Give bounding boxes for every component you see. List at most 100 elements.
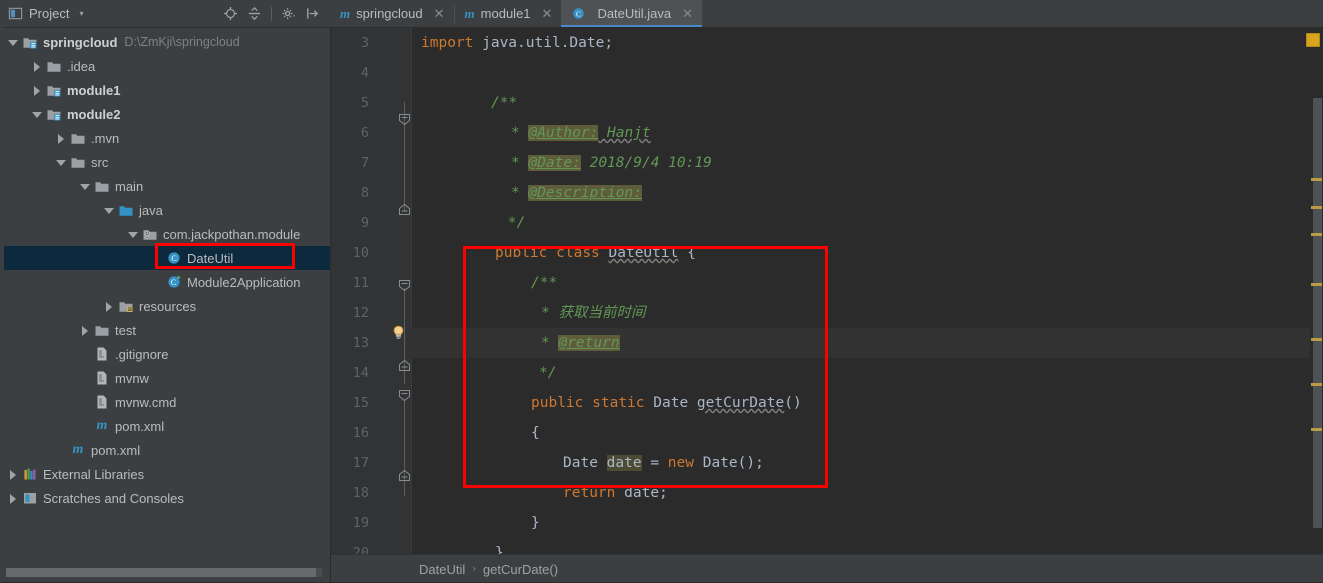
- chevron-down-icon[interactable]: [128, 229, 139, 240]
- code-line-14: */: [411, 358, 1310, 388]
- tree-item-test[interactable]: test: [0, 318, 330, 342]
- marker-stripe[interactable]: [1311, 428, 1322, 431]
- line-number: 12: [352, 305, 369, 321]
- project-tree-hscrollbar[interactable]: [0, 562, 330, 583]
- project-tree-panel: springcloud D:\ZmKji\springcloud .idea modu…: [0, 28, 330, 583]
- locate-icon[interactable]: [223, 6, 238, 21]
- editor-tab-dateutil-java[interactable]: C DateUtil.java ✕: [561, 0, 703, 27]
- tree-item-module1[interactable]: module1: [0, 78, 330, 102]
- close-icon[interactable]: ✕: [542, 7, 553, 20]
- close-icon[interactable]: ✕: [682, 7, 693, 20]
- code-text-area[interactable]: import java.util.Date; /** * @Author: Ha…: [411, 28, 1310, 554]
- code-line-16: {: [411, 418, 1310, 448]
- main-body: springcloud D:\ZmKji\springcloud .idea modu…: [0, 28, 1323, 583]
- tree-item--mvn[interactable]: .mvn: [0, 126, 330, 150]
- settings-gear-icon[interactable]: [281, 6, 296, 21]
- tree-item-pom-xml[interactable]: m pom.xml: [0, 438, 330, 462]
- editor-marker-bar[interactable]: [1306, 28, 1323, 554]
- fold-marker-end-icon-3[interactable]: [399, 470, 410, 481]
- tree-item-dateutil[interactable]: C DateUtil: [0, 246, 330, 270]
- maven-file-icon: m: [72, 442, 84, 457]
- code-line-17: Date date = new Date();: [411, 448, 1310, 478]
- chevron-down-icon[interactable]: [80, 181, 91, 192]
- inspection-warning-marker[interactable]: [1306, 33, 1320, 47]
- editor-gutter[interactable]: 3456789101112131415161718192021: [331, 28, 411, 554]
- chevron-right-icon[interactable]: [32, 61, 43, 72]
- tree-item-main[interactable]: main: [0, 174, 330, 198]
- class-open-brace: {: [687, 245, 696, 261]
- tree-item-src[interactable]: src: [0, 150, 330, 174]
- chevron-right-icon[interactable]: [8, 469, 19, 480]
- tree-item-module2[interactable]: module2: [0, 102, 330, 126]
- chevron-right-icon[interactable]: [32, 85, 43, 96]
- idea-window: Project ▾ m springcloud ✕ m module1 ✕ C …: [0, 0, 1323, 583]
- date-value: 2018/9/4 10:19: [580, 155, 712, 171]
- chevron-down-icon[interactable]: ▾: [79, 9, 83, 18]
- chevron-right-icon[interactable]: [8, 493, 19, 504]
- tree-item-mvnw[interactable]: mvnw: [0, 366, 330, 390]
- chevron-right-icon[interactable]: [104, 301, 115, 312]
- editor-tab-springcloud[interactable]: m springcloud ✕: [330, 0, 454, 27]
- chevron-right-icon[interactable]: [56, 133, 67, 144]
- class-name: DateUtil: [608, 245, 679, 261]
- fold-marker-end-icon-2[interactable]: [399, 360, 410, 371]
- fold-marker-collapse-icon-2[interactable]: [399, 280, 410, 291]
- marker-stripe[interactable]: [1311, 283, 1322, 286]
- file-icon: [94, 394, 110, 410]
- chevron-down-icon[interactable]: [32, 109, 43, 120]
- tree-item--gitignore[interactable]: .gitignore: [0, 342, 330, 366]
- chevron-down-icon[interactable]: [104, 205, 115, 216]
- fold-marker-collapse-icon-3[interactable]: [399, 390, 410, 401]
- method-open-brace: {: [531, 425, 540, 441]
- intention-bulb-icon[interactable]: [391, 325, 406, 341]
- tree-item-pom-xml[interactable]: m pom.xml: [0, 414, 330, 438]
- hscrollbar-thumb[interactable]: [6, 568, 316, 577]
- editor-vscrollbar-thumb[interactable]: [1313, 98, 1322, 528]
- marker-stripe[interactable]: [1311, 206, 1322, 209]
- code-editor[interactable]: 3456789101112131415161718192021 import j…: [331, 28, 1323, 554]
- fold-marker-end-icon[interactable]: [399, 204, 410, 215]
- import-package: java.util.Date;: [473, 35, 614, 51]
- project-toolbar-icons: [223, 6, 324, 21]
- svg-text:C: C: [171, 278, 176, 287]
- method-name: getCurDate: [696, 395, 785, 411]
- tree-item-mvnw-cmd[interactable]: mvnw.cmd: [0, 390, 330, 414]
- keyword-public: public: [495, 245, 548, 261]
- tree-item-label: resources: [139, 298, 197, 314]
- tree-item-java[interactable]: java: [0, 198, 330, 222]
- tree-item-label: Module2Application: [187, 274, 301, 290]
- editor-tab-module1[interactable]: m module1 ✕: [455, 0, 562, 27]
- breadcrumb-item[interactable]: DateUtil: [419, 562, 465, 577]
- marker-stripe[interactable]: [1311, 233, 1322, 236]
- project-panel-title[interactable]: Project ▾: [8, 6, 83, 21]
- marker-stripe[interactable]: [1311, 338, 1322, 341]
- tree-item-external-libraries[interactable]: External Libraries: [0, 462, 330, 486]
- tree-item-label: test: [115, 322, 136, 338]
- tree-item-module2application[interactable]: C Module2Application: [0, 270, 330, 294]
- breadcrumb-separator: ›: [472, 563, 476, 575]
- fold-marker-collapse-icon[interactable]: [399, 114, 410, 125]
- tree-item-resources[interactable]: resources: [0, 294, 330, 318]
- tree-item-scratches-and-consoles[interactable]: Scratches and Consoles: [0, 486, 330, 510]
- var-name: date: [606, 455, 642, 471]
- line-number: 17: [352, 455, 369, 471]
- project-tree[interactable]: springcloud D:\ZmKji\springcloud .idea modu…: [0, 28, 330, 562]
- collapse-all-icon[interactable]: [247, 6, 262, 21]
- chevron-down-icon[interactable]: [56, 157, 67, 168]
- keyword-new: new: [667, 455, 694, 471]
- code-line-13: * @return: [411, 328, 1310, 358]
- tree-item-com-jackpothan-module[interactable]: com.jackpothan.module: [0, 222, 330, 246]
- javadoc-open: /**: [491, 95, 518, 111]
- marker-stripe[interactable]: [1311, 383, 1322, 386]
- hide-panel-icon[interactable]: [305, 6, 320, 21]
- constructor-call: Date();: [702, 455, 764, 471]
- chevron-right-icon[interactable]: [80, 325, 91, 336]
- marker-stripe[interactable]: [1311, 178, 1322, 181]
- close-icon[interactable]: ✕: [434, 7, 445, 20]
- chevron-down-icon[interactable]: [8, 37, 19, 48]
- line-number: 9: [360, 215, 369, 231]
- tree-item-springcloud[interactable]: springcloud D:\ZmKji\springcloud: [0, 30, 330, 54]
- breadcrumb-item[interactable]: getCurDate(): [483, 562, 558, 577]
- javadoc-star: *: [511, 125, 529, 141]
- tree-item--idea[interactable]: .idea: [0, 54, 330, 78]
